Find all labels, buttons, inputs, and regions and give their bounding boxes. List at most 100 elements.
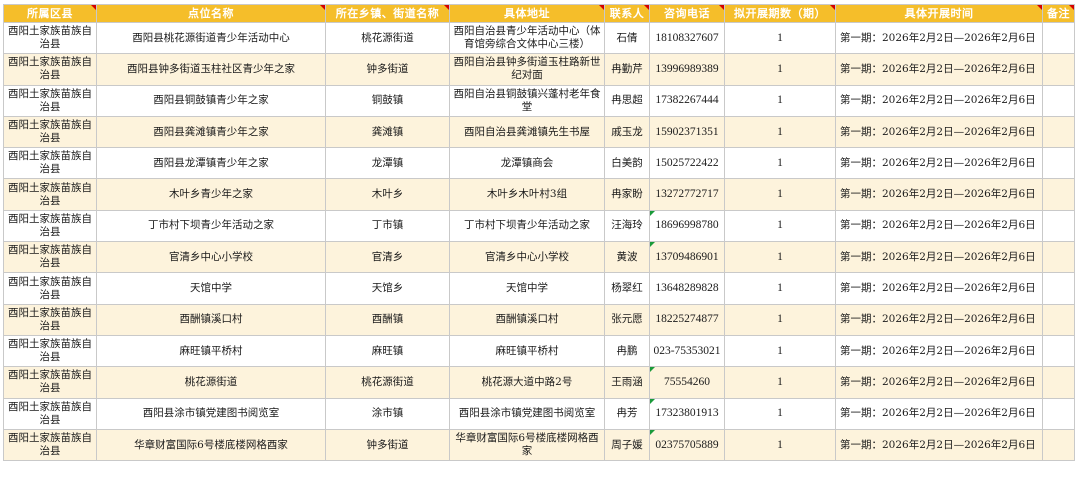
cell-periods[interactable]: 1: [724, 115, 836, 149]
cell-phone[interactable]: 13272772717: [649, 178, 725, 211]
cell-site-name[interactable]: 酉阳县桃花源街道青少年活动中心: [96, 21, 326, 55]
cell-phone[interactable]: 75554260: [649, 366, 725, 399]
header-contact[interactable]: 联系人: [604, 4, 650, 23]
cell-periods[interactable]: 1: [724, 366, 836, 399]
header-note[interactable]: 备注: [1042, 4, 1075, 23]
cell-town[interactable]: 木叶乡: [325, 178, 450, 211]
cell-phone[interactable]: 18225274877: [649, 303, 725, 336]
cell-address[interactable]: 酉酬镇溪口村: [449, 303, 605, 336]
cell-contact[interactable]: 张元愿: [604, 303, 650, 336]
cell-county[interactable]: 酉阳土家族苗族自治县: [3, 303, 97, 336]
header-periods[interactable]: 拟开展期数（期）: [724, 4, 836, 23]
cell-note[interactable]: [1042, 397, 1075, 430]
cell-contact[interactable]: 冉思超: [604, 84, 650, 117]
cell-contact[interactable]: 冉芳: [604, 397, 650, 430]
header-phone[interactable]: 咨询电话: [649, 4, 725, 23]
cell-note[interactable]: [1042, 241, 1075, 274]
cell-contact[interactable]: 白美韵: [604, 147, 650, 180]
cell-phone[interactable]: 15902371351: [649, 115, 725, 149]
cell-periods[interactable]: 1: [724, 84, 836, 117]
cell-address[interactable]: 木叶乡木叶村3组: [449, 178, 605, 211]
cell-county[interactable]: 酉阳土家族苗族自治县: [3, 21, 97, 55]
cell-town[interactable]: 天馆乡: [325, 272, 450, 305]
cell-note[interactable]: [1042, 366, 1075, 399]
cell-address[interactable]: 官清乡中心小学校: [449, 241, 605, 274]
cell-site-name[interactable]: 丁市村下坝青少年活动之家: [96, 209, 326, 243]
cell-phone[interactable]: 13709486901: [649, 241, 725, 274]
cell-site-name[interactable]: 酉酬镇溪口村: [96, 303, 326, 336]
cell-contact[interactable]: 杨翠红: [604, 272, 650, 305]
header-address[interactable]: 具体地址: [449, 4, 605, 23]
cell-site-name[interactable]: 麻旺镇平桥村: [96, 334, 326, 368]
cell-note[interactable]: [1042, 21, 1075, 55]
cell-county[interactable]: 酉阳土家族苗族自治县: [3, 241, 97, 274]
cell-note[interactable]: [1042, 115, 1075, 149]
cell-county[interactable]: 酉阳土家族苗族自治县: [3, 428, 97, 462]
cell-site-name[interactable]: 酉阳县龚滩镇青少年之家: [96, 115, 326, 149]
cell-town[interactable]: 官清乡: [325, 241, 450, 274]
cell-town[interactable]: 钟多街道: [325, 53, 450, 86]
cell-site-name[interactable]: 华章财富国际6号楼底楼网格酉家: [96, 428, 326, 462]
cell-site-name[interactable]: 桃花源街道: [96, 366, 326, 399]
cell-town[interactable]: 桃花源街道: [325, 21, 450, 55]
cell-note[interactable]: [1042, 272, 1075, 305]
cell-time[interactable]: 第一期：2026年2月2日—2026年2月6日: [835, 334, 1043, 368]
cell-site-name[interactable]: 酉阳县钟多街道玉柱社区青少年之家: [96, 53, 326, 86]
cell-town[interactable]: 麻旺镇: [325, 334, 450, 368]
cell-county[interactable]: 酉阳土家族苗族自治县: [3, 366, 97, 399]
cell-time[interactable]: 第一期：2026年2月2日—2026年2月6日: [835, 178, 1043, 211]
cell-note[interactable]: [1042, 428, 1075, 462]
cell-address[interactable]: 麻旺镇平桥村: [449, 334, 605, 368]
cell-time[interactable]: 第一期：2026年2月2日—2026年2月6日: [835, 366, 1043, 399]
cell-phone[interactable]: 18696998780: [649, 209, 725, 243]
cell-time[interactable]: 第一期：2026年2月2日—2026年2月6日: [835, 241, 1043, 274]
cell-periods[interactable]: 1: [724, 178, 836, 211]
cell-site-name[interactable]: 酉阳县龙潭镇青少年之家: [96, 147, 326, 180]
cell-address[interactable]: 酉阳自治县青少年活动中心（体育馆旁综合文体中心三楼）: [449, 21, 605, 55]
cell-site-name[interactable]: 官清乡中心小学校: [96, 241, 326, 274]
cell-contact[interactable]: 王雨涵: [604, 366, 650, 399]
cell-address[interactable]: 酉阳自治县龚滩镇先生书屋: [449, 115, 605, 149]
cell-contact[interactable]: 周子媛: [604, 428, 650, 462]
cell-note[interactable]: [1042, 84, 1075, 117]
cell-county[interactable]: 酉阳土家族苗族自治县: [3, 334, 97, 368]
cell-county[interactable]: 酉阳土家族苗族自治县: [3, 272, 97, 305]
cell-periods[interactable]: 1: [724, 21, 836, 55]
cell-time[interactable]: 第一期：2026年2月2日—2026年2月6日: [835, 428, 1043, 462]
header-site-name[interactable]: 点位名称: [96, 4, 326, 23]
cell-town[interactable]: 铜鼓镇: [325, 84, 450, 117]
cell-address[interactable]: 龙潭镇商会: [449, 147, 605, 180]
cell-county[interactable]: 酉阳土家族苗族自治县: [3, 397, 97, 430]
cell-time[interactable]: 第一期：2026年2月2日—2026年2月6日: [835, 115, 1043, 149]
cell-site-name[interactable]: 酉阳县涂市镇党建图书阅览室: [96, 397, 326, 430]
cell-address[interactable]: 桃花源大道中路2号: [449, 366, 605, 399]
cell-phone[interactable]: 18108327607: [649, 21, 725, 55]
cell-time[interactable]: 第一期：2026年2月2日—2026年2月6日: [835, 397, 1043, 430]
cell-phone[interactable]: 13648289828: [649, 272, 725, 305]
cell-periods[interactable]: 1: [724, 53, 836, 86]
cell-periods[interactable]: 1: [724, 272, 836, 305]
cell-note[interactable]: [1042, 178, 1075, 211]
cell-county[interactable]: 酉阳土家族苗族自治县: [3, 84, 97, 117]
cell-site-name[interactable]: 天馆中学: [96, 272, 326, 305]
cell-county[interactable]: 酉阳土家族苗族自治县: [3, 147, 97, 180]
cell-town[interactable]: 桃花源街道: [325, 366, 450, 399]
cell-periods[interactable]: 1: [724, 209, 836, 243]
header-time[interactable]: 具体开展时间: [835, 4, 1043, 23]
cell-contact[interactable]: 冉家盼: [604, 178, 650, 211]
cell-contact[interactable]: 戚玉龙: [604, 115, 650, 149]
cell-county[interactable]: 酉阳土家族苗族自治县: [3, 209, 97, 243]
cell-town[interactable]: 丁市镇: [325, 209, 450, 243]
cell-town[interactable]: 涂市镇: [325, 397, 450, 430]
header-county[interactable]: 所属区县: [3, 4, 97, 23]
cell-time[interactable]: 第一期：2026年2月2日—2026年2月6日: [835, 303, 1043, 336]
cell-time[interactable]: 第一期：2026年2月2日—2026年2月6日: [835, 84, 1043, 117]
cell-contact[interactable]: 石倩: [604, 21, 650, 55]
cell-note[interactable]: [1042, 334, 1075, 368]
cell-address[interactable]: 天馆中学: [449, 272, 605, 305]
cell-site-name[interactable]: 木叶乡青少年之家: [96, 178, 326, 211]
cell-address[interactable]: 酉阳自治县钟多街道玉柱路新世纪对面: [449, 53, 605, 86]
cell-phone[interactable]: 15025722422: [649, 147, 725, 180]
cell-town[interactable]: 龙潭镇: [325, 147, 450, 180]
cell-periods[interactable]: 1: [724, 397, 836, 430]
